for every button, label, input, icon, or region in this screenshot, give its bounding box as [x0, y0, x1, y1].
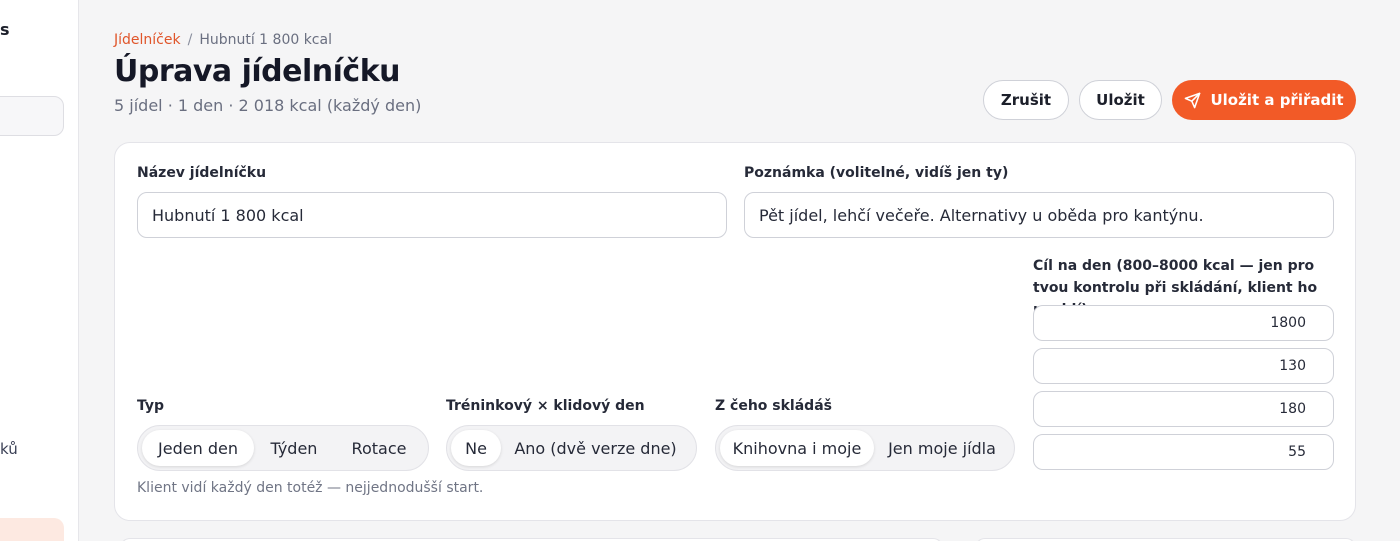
type-option-one-day[interactable]: Jeden den	[142, 430, 254, 466]
training-option-yes[interactable]: Ano (dvě verze dne)	[501, 430, 690, 466]
source-label: Z čeho skládáš	[715, 398, 832, 414]
note-label: Poznámka (volitelné, vidíš jen ty)	[744, 165, 1009, 181]
brand-name: s	[0, 20, 10, 39]
breadcrumb-link-jidelnicek[interactable]: Jídelníček	[114, 32, 181, 48]
save-and-assign-button[interactable]: Uložit a přiřadit	[1172, 80, 1356, 120]
plan-name-label: Název jídelníčku	[137, 165, 267, 181]
breadcrumb-separator: /	[187, 32, 193, 48]
meal-plan-form-card: Název jídelníčku Hubnutí 1 800 kcal Pozn…	[114, 142, 1356, 521]
source-option-library-and-mine[interactable]: Knihovna i moje	[720, 430, 874, 466]
type-hint: Klient vidí každý den totéž — nejjednodu…	[137, 480, 484, 496]
save-button-label: Uložit	[1096, 91, 1145, 109]
type-segmented-control: Jeden den Týden Rotace	[137, 425, 429, 471]
note-input[interactable]: Pět jídel, lehčí večeře. Alternativy u o…	[744, 192, 1334, 238]
goal-kcal-input[interactable]: 1800	[1033, 305, 1334, 341]
save-button[interactable]: Uložit	[1079, 80, 1162, 120]
send-icon	[1184, 92, 1201, 109]
breadcrumb-current: Hubnutí 1 800 kcal	[199, 32, 332, 48]
training-day-label: Tréninkový × klidový den	[446, 398, 645, 414]
type-option-rotation[interactable]: Rotace	[334, 430, 424, 466]
plan-name-input[interactable]: Hubnutí 1 800 kcal	[137, 192, 727, 238]
training-option-no[interactable]: Ne	[451, 430, 501, 466]
goal-fat-input[interactable]: 55	[1033, 434, 1334, 470]
cancel-button[interactable]: Zrušit	[983, 80, 1069, 120]
goal-carbs-input[interactable]: 180	[1033, 391, 1334, 427]
page-meta: 5 jídel · 1 den · 2 018 kcal (každý den)	[114, 96, 422, 115]
breadcrumb: Jídelníček / Hubnutí 1 800 kcal	[114, 32, 332, 48]
source-option-mine-only[interactable]: Jen moje jídla	[874, 430, 1010, 466]
type-option-week[interactable]: Týden	[254, 430, 334, 466]
source-segmented-control: Knihovna i moje Jen moje jídla	[715, 425, 1015, 471]
sidebar-item-active[interactable]	[0, 518, 64, 541]
cancel-button-label: Zrušit	[1000, 91, 1052, 109]
training-day-segmented-control: Ne Ano (dvě verze dne)	[446, 425, 697, 471]
sidebar: s ků	[0, 0, 79, 541]
sidebar-item-label[interactable]: ků	[0, 440, 18, 458]
save-and-assign-label: Uložit a přiřadit	[1210, 91, 1344, 109]
sidebar-search-input[interactable]	[0, 96, 64, 136]
goal-protein-input[interactable]: 130	[1033, 348, 1334, 384]
page-title: Úprava jídelníčku	[114, 54, 401, 89]
type-label: Typ	[137, 398, 165, 414]
